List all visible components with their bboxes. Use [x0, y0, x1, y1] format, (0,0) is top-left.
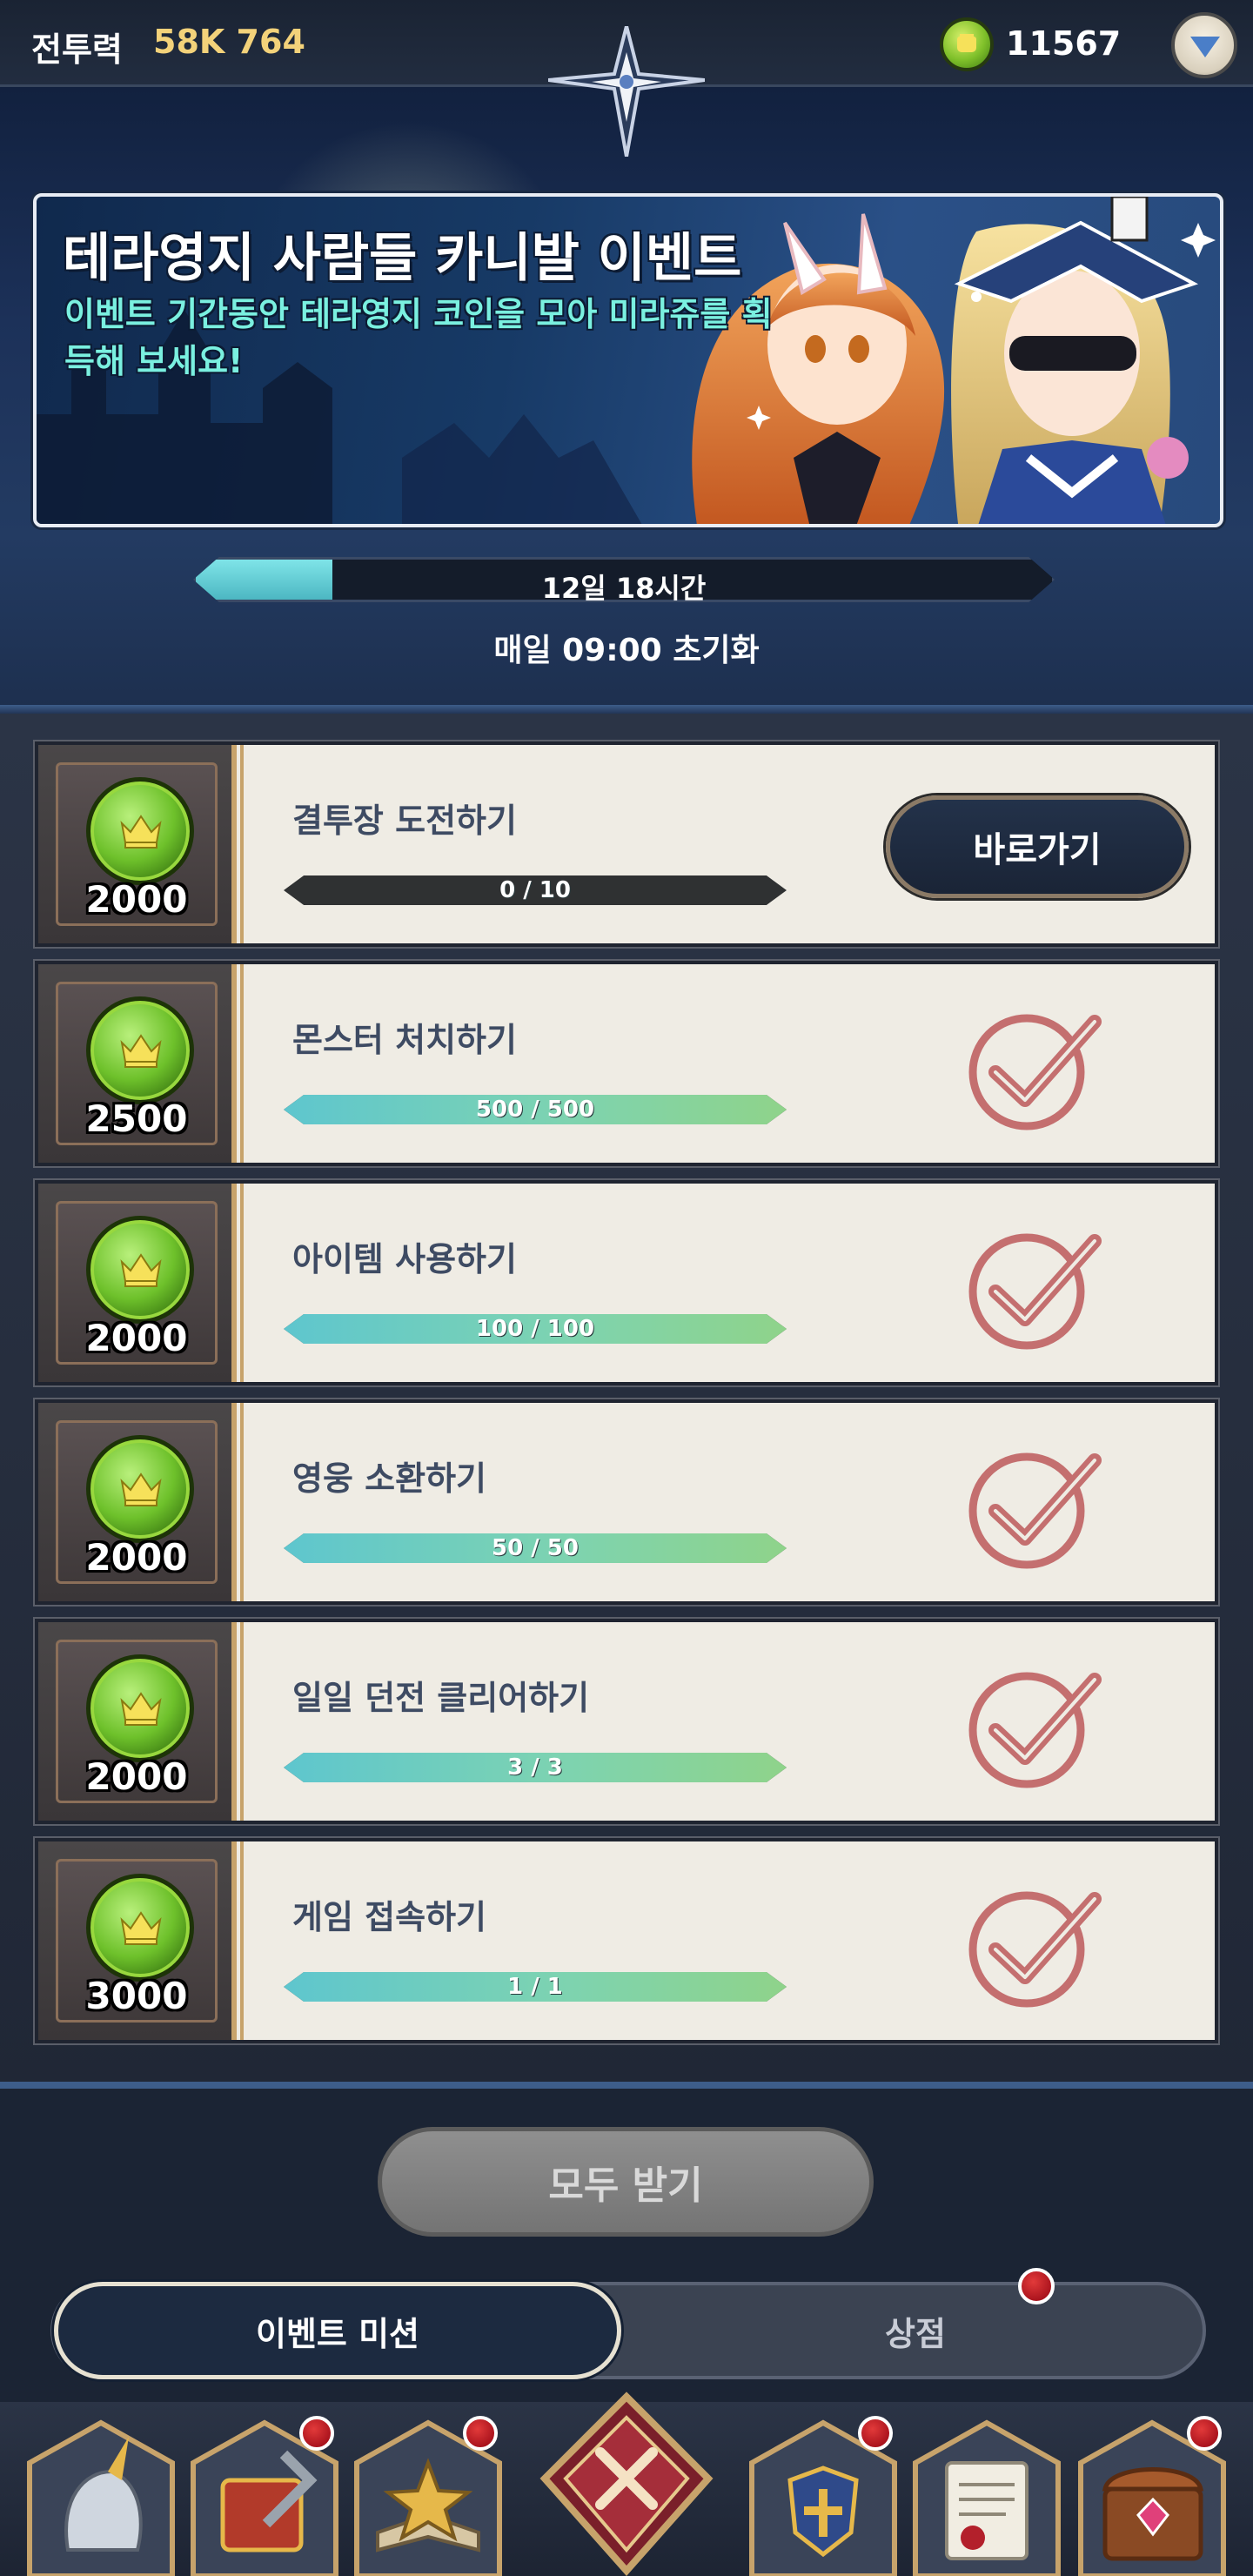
mission-row: 2000 영웅 소환하기 50 / 50 [35, 1399, 1218, 1605]
reward-frame: 2000 [56, 762, 218, 926]
completed-check-icon [968, 1233, 1102, 1350]
mission-row: 2500 몬스터 처치하기 500 / 500 [35, 961, 1218, 1166]
reward-slot: 2000 [38, 1622, 244, 1821]
mission-progress-text: 0 / 10 [499, 877, 571, 903]
goto-button[interactable]: 바로가기 [886, 795, 1189, 898]
nav-chest-button[interactable] [1075, 2416, 1229, 2576]
reward-amount: 2000 [85, 878, 188, 921]
combat-power-value: 58K 764 [153, 23, 305, 61]
tab-bar: 이벤트 미션 상점 [50, 2268, 1206, 2379]
reward-slot: 2000 [38, 1403, 244, 1601]
daily-reset-note: 매일 09:00 초기화 [493, 633, 760, 668]
mission-progress-text: 100 / 100 [475, 1316, 595, 1342]
reward-slot: 2500 [38, 964, 244, 1163]
shop-notification-dot [1018, 2268, 1055, 2304]
mission-progress-bar: 0 / 10 [284, 875, 787, 905]
chest-notification-dot [1187, 2416, 1222, 2451]
bottom-navigation [0, 2392, 1253, 2576]
mission-row: 2000 아이템 사용하기 100 / 100 [35, 1180, 1218, 1385]
crown-icon [120, 1692, 162, 1726]
terra-coin-reward-icon [86, 777, 194, 885]
mission-progress-bar: 50 / 50 [284, 1533, 787, 1563]
mission-progress-text: 3 / 3 [507, 1754, 563, 1781]
close-battle-icon [539, 2392, 714, 2576]
reward-amount: 2000 [85, 1536, 188, 1579]
terra-coin-reward-icon [86, 996, 194, 1104]
reward-amount: 3000 [85, 1975, 188, 2017]
mission-progress-text: 50 / 50 [492, 1535, 579, 1561]
terra-coin-reward-icon [86, 1654, 194, 1762]
crown-icon [120, 1253, 162, 1287]
reward-frame: 3000 [56, 1859, 218, 2023]
terra-coin-reward-icon [86, 1216, 194, 1324]
mission-title: 아이템 사용하기 [292, 1240, 517, 1278]
mission-progress-bar: 3 / 3 [284, 1753, 787, 1782]
mission-title: 결투장 도전하기 [292, 802, 517, 840]
reward-amount: 2000 [85, 1755, 188, 1798]
nav-mail-button[interactable] [910, 2419, 1063, 2576]
tab-shop[interactable]: 상점 [628, 2285, 1203, 2376]
terra-coin-reward-icon [86, 1874, 194, 1982]
reward-frame: 2000 [56, 1640, 218, 1803]
completed-check-icon [968, 1891, 1102, 2008]
crown-icon [120, 815, 162, 849]
crown-icon [120, 1911, 162, 1945]
mission-progress-bar: 100 / 100 [284, 1314, 787, 1344]
completed-check-icon [968, 1452, 1102, 1569]
mission-title: 몬스터 처치하기 [292, 1021, 517, 1059]
reward-frame: 2500 [56, 982, 218, 1145]
completed-check-icon [968, 1672, 1102, 1788]
mission-row: 2000 일일 던전 클리어하기 3 / 3 [35, 1619, 1218, 1824]
mission-progress-text: 500 / 500 [475, 1097, 595, 1123]
event-description: 이벤트 기간동안 테라영지 코인을 모아 미라쥬를 획득해 보세요! [64, 295, 773, 380]
reward-slot: 3000 [38, 1841, 244, 2040]
nav-guild-button[interactable] [747, 2416, 900, 2576]
mission-title: 영웅 소환하기 [292, 1459, 486, 1498]
mission-row: 3000 게임 접속하기 1 / 1 [35, 1838, 1218, 2043]
event-title: 테라영지 사람들 카니발 이벤트 [63, 228, 742, 289]
guild-notification-dot [858, 2416, 893, 2451]
equipment-notification-dot [299, 2416, 334, 2451]
mission-progress-bar: 1 / 1 [284, 1972, 787, 2002]
nav-hero-button[interactable] [24, 2419, 178, 2576]
coin-count: 11567 [1006, 24, 1122, 63]
tab-event-missions[interactable]: 이벤트 미션 [54, 2282, 621, 2379]
mission-progress-bar: 500 / 500 [284, 1095, 787, 1124]
combat-power-label: 전투력 [31, 30, 123, 69]
completed-check-icon [968, 1014, 1102, 1130]
claim-all-button[interactable]: 모두 받기 [378, 2127, 874, 2237]
reward-frame: 2000 [56, 1201, 218, 1365]
spellbook-notification-dot [463, 2416, 498, 2451]
reward-slot: 2000 [38, 745, 244, 943]
reward-frame: 2000 [56, 1420, 218, 1584]
nav-equipment-button[interactable] [188, 2416, 341, 2576]
nav-spellbook-button[interactable] [352, 2416, 505, 2576]
nav-close-button[interactable] [539, 2392, 714, 2576]
hero-helmet-icon [27, 2419, 175, 2576]
dropdown-menu-button[interactable] [1171, 12, 1237, 78]
time-remaining-text: 12일 18시간 [541, 572, 707, 605]
reward-amount: 2000 [85, 1317, 188, 1359]
terra-coin-reward-icon [86, 1435, 194, 1543]
mission-title: 일일 던전 클리어하기 [292, 1679, 590, 1717]
terra-coin-icon [940, 17, 994, 71]
reward-slot: 2000 [38, 1184, 244, 1382]
crown-icon [120, 1034, 162, 1068]
event-time-remaining-bar: 12일 18시간 [193, 557, 1055, 602]
mission-progress-text: 1 / 1 [507, 1974, 563, 2000]
mission-title: 게임 접속하기 [292, 1898, 486, 1936]
scroll-letter-icon [913, 2419, 1061, 2576]
star-emblem-icon [548, 26, 705, 157]
event-banner: 테라영지 사람들 카니발 이벤트 이벤트 기간동안 테라영지 코인을 모아 미라… [33, 193, 1223, 527]
reward-amount: 2500 [85, 1097, 188, 1140]
crown-icon [120, 1472, 162, 1506]
mission-row: 2000 결투장 도전하기 0 / 10 바로가기 [35, 741, 1218, 947]
